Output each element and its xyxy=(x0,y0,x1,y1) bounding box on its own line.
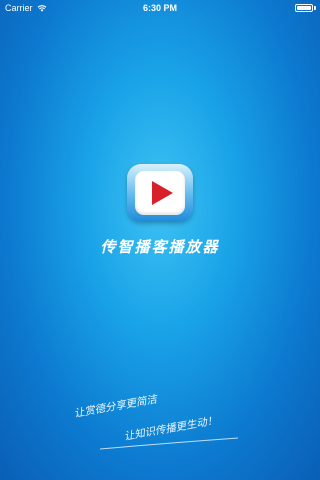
slogan-underline xyxy=(99,437,239,450)
app-name: 传智播客播放器 xyxy=(100,238,220,256)
splash-screen: Carrier 6:30 PM 传智播客播放器 让赏德分享更简洁 让知识传播更生… xyxy=(0,0,320,480)
battery-tip xyxy=(314,6,316,10)
battery-icon xyxy=(295,4,313,12)
slogan-line-1: 让赏德分享更简洁 xyxy=(73,393,158,420)
play-icon xyxy=(152,181,173,205)
battery-level xyxy=(297,6,311,10)
app-logo xyxy=(127,164,193,222)
status-bar: Carrier 6:30 PM xyxy=(0,0,320,16)
status-time: 6:30 PM xyxy=(142,3,177,13)
app-logo-screen xyxy=(135,171,185,215)
